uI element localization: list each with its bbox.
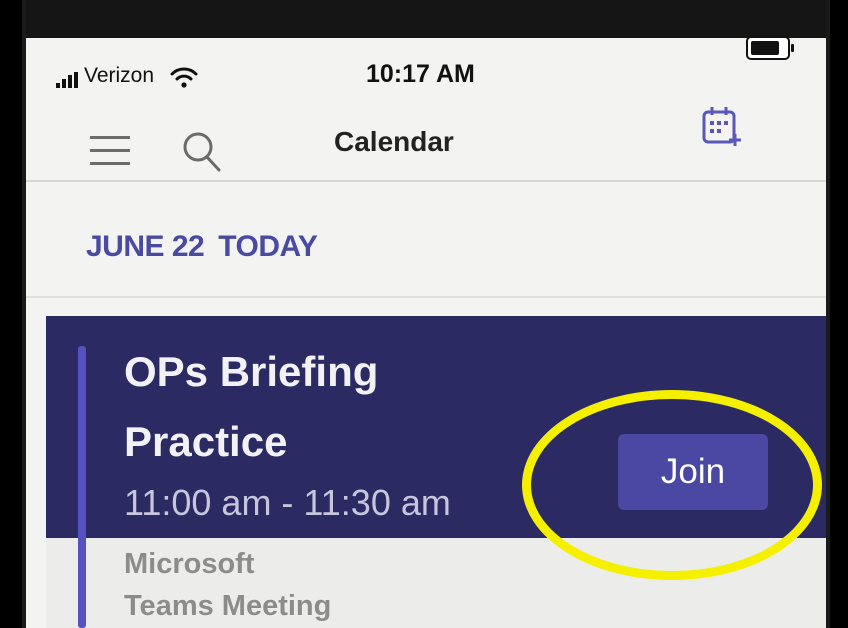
search-icon[interactable] [180,130,222,172]
date-label: JUNE 22 [86,230,205,263]
wifi-icon [170,67,198,88]
today-label: TODAY [218,230,318,263]
signal-icon [56,72,80,88]
meeting-time: 11:00 am - 11:30 am [124,482,451,523]
phone-screen: Verizon 10:17 AM Calendar JUNE 22 TODAY … [22,0,830,628]
menu-icon[interactable] [90,136,130,166]
page-title: Calendar [334,126,454,157]
calendar-add-icon[interactable] [700,104,744,150]
meeting-title-line1: OPs Briefing [124,348,379,395]
carrier-label: Verizon [84,64,155,87]
join-button[interactable]: Join [618,434,768,510]
battery-icon [746,36,794,60]
date-header: JUNE 22 TODAY [86,230,318,264]
status-bar: Verizon 10:17 AM [50,36,806,100]
app-header: Calendar [26,100,826,182]
meeting-accent-bar [78,346,86,628]
phone-bezel [26,0,826,38]
meeting-location-line2: Teams Meeting [124,590,332,622]
meeting-title-line2: Practice [124,418,288,465]
divider [26,296,826,298]
clock-time: 10:17 AM [366,60,475,88]
meeting-location-line1: Microsoft [124,548,255,580]
